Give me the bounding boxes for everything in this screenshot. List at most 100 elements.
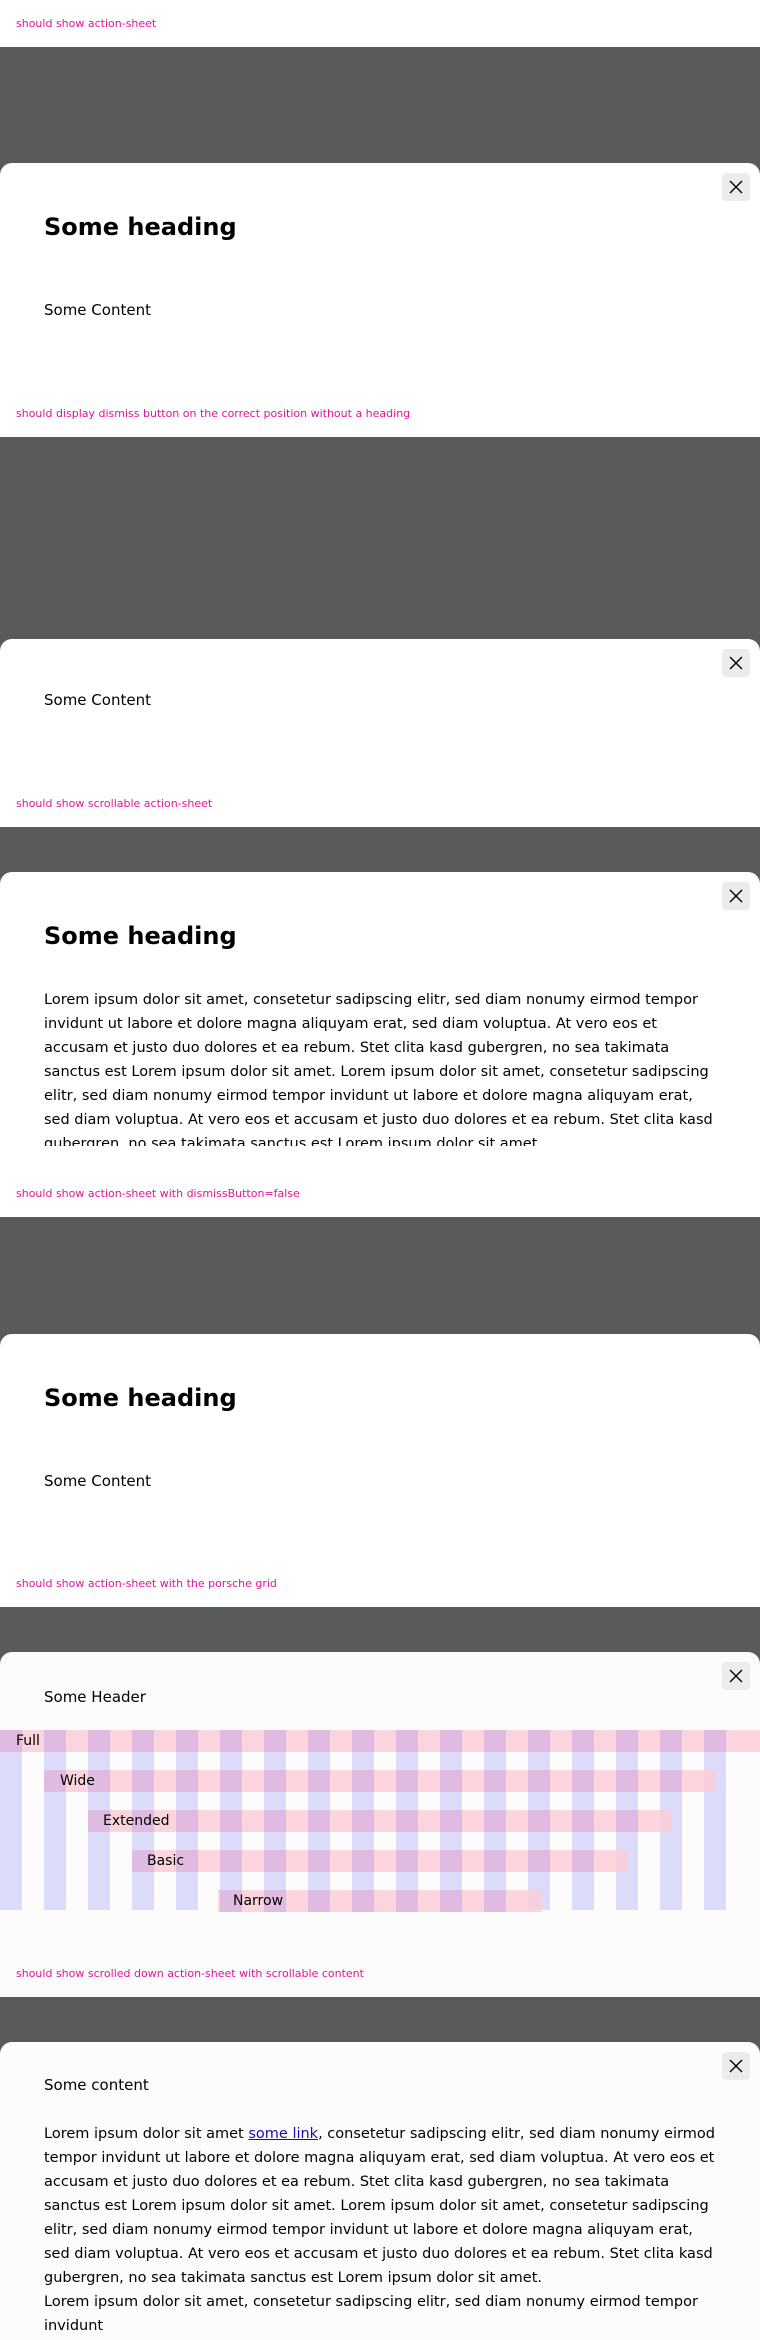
dismiss-button[interactable] (722, 882, 750, 910)
grid-row-column-overlap (572, 1810, 594, 1832)
grid-row-column-overlap (396, 1770, 418, 1792)
sheet-header: Some content (44, 2076, 149, 2094)
action-sheet: Some heading Some Content (0, 163, 760, 437)
grid-row-wide: Wide (44, 1770, 716, 1792)
grid-row-column-overlap (440, 1770, 462, 1792)
grid-row-basic: Basic (132, 1850, 628, 1872)
grid-row-label: Wide (60, 1773, 95, 1789)
grid-row-column-overlap (528, 1850, 550, 1872)
grid-row-column-overlap (396, 1730, 418, 1752)
sheet-heading: Some heading (44, 213, 237, 241)
grid-row-column-overlap (660, 1730, 682, 1752)
grid-row-column-overlap (484, 1850, 506, 1872)
grid-row-column-overlap (352, 1810, 374, 1832)
close-icon (729, 180, 743, 194)
grid-row-extended: Extended (88, 1810, 672, 1832)
test-label: should show scrollable action-sheet (16, 797, 213, 810)
grid-row-column-overlap (440, 1730, 462, 1752)
grid-row-column-overlap (352, 1770, 374, 1792)
test-label: should show action-sheet with the porsch… (16, 1577, 277, 1590)
grid-row-column-overlap (264, 1810, 286, 1832)
grid-row-column-overlap (572, 1770, 594, 1792)
grid-column (704, 1730, 726, 1910)
grid-row-column-overlap (572, 1730, 594, 1752)
grid-row-column-overlap (396, 1810, 418, 1832)
grid-row-column-overlap (484, 1810, 506, 1832)
grid-row-column-overlap (528, 1770, 550, 1792)
grid-row-column-overlap (220, 1770, 242, 1792)
grid-row-column-overlap (660, 1770, 682, 1792)
sheet-scrollable-content[interactable]: Lorem ipsum dolor sit amet some link, co… (44, 2122, 720, 2340)
sheet-content: Some Content (44, 301, 151, 319)
grid-row-column-overlap (176, 1770, 198, 1792)
grid-row-column-overlap (176, 1730, 198, 1752)
grid-row-full: Full (0, 1730, 760, 1752)
grid-row-column-overlap (484, 1770, 506, 1792)
grid-row-column-overlap (396, 1890, 418, 1912)
sheet-content: Some Content (44, 691, 151, 709)
dismiss-button[interactable] (722, 173, 750, 201)
grid-row-column-overlap (440, 1890, 462, 1912)
grid-row-label: Full (16, 1733, 40, 1749)
dismiss-button[interactable] (722, 2052, 750, 2080)
grid-row-column-overlap (308, 1730, 330, 1752)
grid-row-column-overlap (704, 1730, 726, 1752)
grid-row-column-overlap (308, 1890, 330, 1912)
grid-row-column-overlap (616, 1810, 638, 1832)
grid-row-column-overlap (264, 1730, 286, 1752)
grid-row-column-overlap (484, 1730, 506, 1752)
grid-row-column-overlap (616, 1730, 638, 1752)
dismiss-button[interactable] (722, 649, 750, 677)
sheet-header: Some Header (44, 1688, 146, 1706)
grid-row-column-overlap (308, 1850, 330, 1872)
test-label: should show scrolled down action-sheet w… (16, 1967, 364, 1980)
grid-column (44, 1730, 66, 1910)
grid-row-column-overlap (220, 1810, 242, 1832)
test-label: should show action-sheet with dismissBut… (16, 1187, 300, 1200)
grid-row-column-overlap (616, 1770, 638, 1792)
paragraph-text: , consetetur sadipscing elitr, sed diam … (44, 2126, 715, 2286)
sheet-scrollable-content[interactable]: Lorem ipsum dolor sit amet, consetetur s… (44, 988, 720, 1146)
grid-row-column-overlap (440, 1850, 462, 1872)
grid-column (0, 1730, 22, 1910)
grid-row-column-overlap (528, 1730, 550, 1752)
grid-row-column-overlap (176, 1810, 198, 1832)
grid-row-label: Extended (103, 1813, 170, 1829)
sheet-content: Some Content (44, 1472, 151, 1490)
grid-row-column-overlap (352, 1730, 374, 1752)
action-sheet: Some heading Some Content (0, 1334, 760, 1607)
grid-row-narrow: Narrow (218, 1890, 542, 1912)
action-sheet: Some heading Lorem ipsum dolor sit amet,… (0, 872, 760, 1217)
sheet-heading: Some heading (44, 1384, 237, 1412)
grid-row-column-overlap (572, 1850, 594, 1872)
grid-row-column-overlap (396, 1850, 418, 1872)
grid-row-column-overlap (308, 1770, 330, 1792)
test-label: should display dismiss button on the cor… (16, 407, 411, 420)
grid-row-label: Narrow (233, 1893, 284, 1909)
grid-row-column-overlap (484, 1890, 506, 1912)
grid-row-column-overlap (220, 1730, 242, 1752)
grid-row-column-overlap (220, 1850, 242, 1872)
grid-row-column-overlap (264, 1850, 286, 1872)
grid-row-column-overlap (352, 1850, 374, 1872)
grid-row-column-overlap (88, 1730, 110, 1752)
paragraph-text: Lorem ipsum dolor sit amet (44, 2126, 249, 2142)
action-sheet: Some content Lorem ipsum dolor sit amet … (0, 2042, 760, 2340)
grid-row-column-overlap (132, 1730, 154, 1752)
close-icon (729, 1669, 743, 1683)
close-icon (729, 889, 743, 903)
dismiss-button[interactable] (722, 1662, 750, 1690)
grid-row-column-overlap (440, 1810, 462, 1832)
close-icon (729, 2059, 743, 2073)
inline-link[interactable]: some link (248, 2126, 318, 2142)
grid-row-column-overlap (352, 1890, 374, 1912)
grid-row-label: Basic (147, 1853, 185, 1869)
sheet-heading: Some heading (44, 922, 237, 950)
grid-row-column-overlap (308, 1810, 330, 1832)
action-sheet: Some Header Full Wide Extended Basic Nar… (0, 1652, 760, 1997)
paragraph-text: Lorem ipsum dolor sit amet, consetetur s… (44, 2294, 698, 2334)
porsche-grid: Full Wide Extended Basic Narrow (0, 1730, 760, 1912)
grid-row-column-overlap (132, 1770, 154, 1792)
test-label: should show action-sheet (16, 17, 157, 30)
grid-row-column-overlap (264, 1770, 286, 1792)
